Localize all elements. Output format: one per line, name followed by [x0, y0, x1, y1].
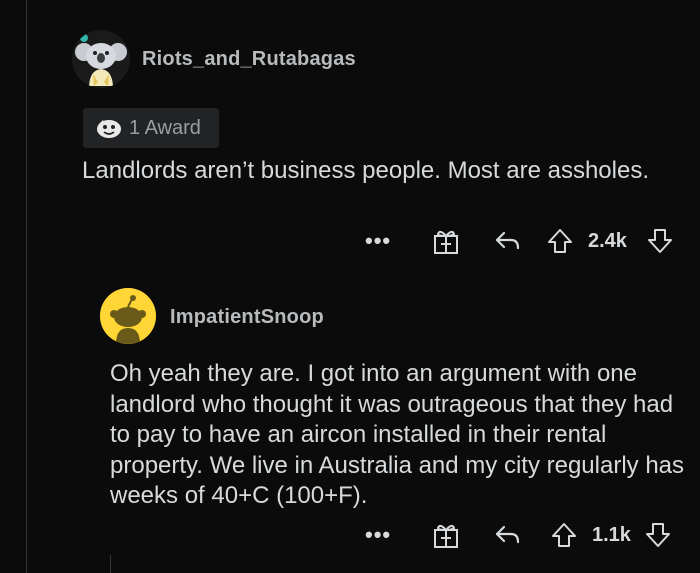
give-award-button[interactable] — [432, 226, 460, 256]
award-badge[interactable]: 1 Award — [83, 108, 219, 148]
upvote-icon — [552, 523, 576, 547]
upvote-button[interactable] — [546, 226, 574, 256]
vote-score: 2.4k — [588, 226, 627, 256]
reply-button[interactable] — [494, 520, 522, 550]
vote-score: 1.1k — [592, 520, 631, 550]
avatar-koala-icon — [72, 30, 130, 88]
downvote-button[interactable] — [646, 226, 674, 256]
award-count-label: 1 Award — [129, 116, 201, 139]
score-count: 1.1k — [592, 523, 631, 546]
reply-icon — [495, 525, 520, 544]
user-avatar[interactable] — [72, 30, 130, 88]
award-gift-icon — [434, 230, 458, 254]
reply-button[interactable] — [494, 226, 522, 256]
more-options-button[interactable]: ••• — [365, 520, 391, 550]
comment-username[interactable]: Riots_and_Rutabagas — [142, 48, 356, 71]
comment-body: Oh yeah they are. I got into an argument… — [110, 360, 685, 509]
more-options-icon: ••• — [365, 228, 392, 253]
reply-icon — [495, 231, 520, 250]
award-icon — [97, 120, 121, 138]
downvote-button[interactable] — [644, 520, 672, 550]
downvote-icon — [646, 523, 670, 547]
avatar-snoo-icon — [100, 288, 156, 344]
comment-body: Landlords aren’t business people. Most a… — [82, 157, 649, 184]
upvote-icon — [548, 229, 572, 253]
thread-line[interactable] — [26, 0, 27, 573]
downvote-icon — [648, 229, 672, 253]
more-options-icon: ••• — [365, 522, 392, 547]
comment-username[interactable]: ImpatientSnoop — [170, 306, 324, 329]
nested-thread-line[interactable] — [110, 555, 111, 573]
score-count: 2.4k — [588, 229, 627, 252]
award-gift-icon — [434, 524, 458, 548]
give-award-button[interactable] — [432, 520, 460, 550]
more-options-button[interactable]: ••• — [365, 226, 391, 256]
user-avatar[interactable] — [100, 288, 156, 344]
upvote-button[interactable] — [550, 520, 578, 550]
